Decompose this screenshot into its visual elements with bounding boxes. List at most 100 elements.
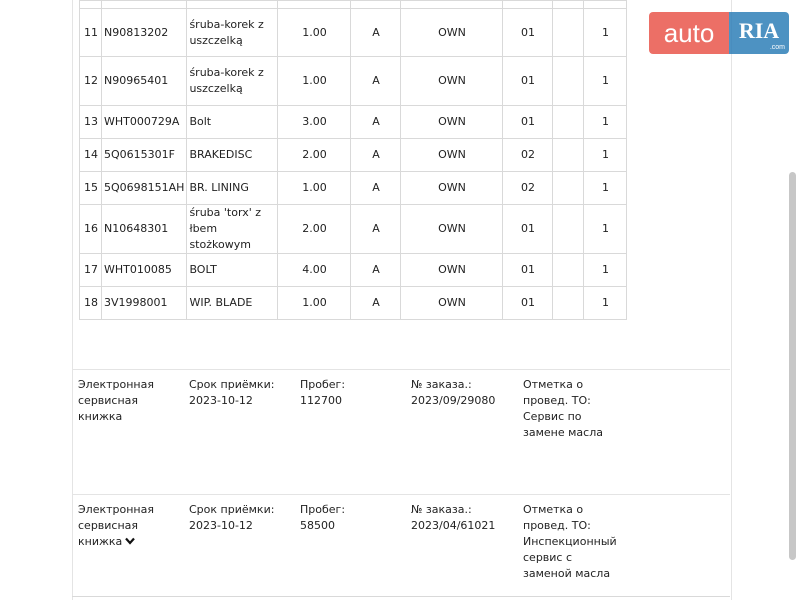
part-name: BRAKEDISC <box>186 138 279 172</box>
row-number: 13 <box>79 105 102 139</box>
part-source: OWN <box>400 105 504 139</box>
part-quantity: 2.00 <box>277 204 352 254</box>
part-source: OWN <box>400 8 504 57</box>
row-number: 14 <box>79 138 102 172</box>
section-divider <box>72 596 730 597</box>
part-source: OWN <box>400 138 504 172</box>
order-number: № заказа.: 2023/04/61021 <box>411 502 511 534</box>
mileage-label: Пробег: <box>300 503 346 516</box>
part-group: 01 <box>502 204 554 254</box>
part-source: OWN <box>400 204 504 254</box>
part-type: A <box>350 105 402 139</box>
table-row: 16 N10648301 śruba 'torx' z łbem stożkow… <box>79 204 628 254</box>
part-count: 1 <box>583 138 628 172</box>
part-code: N90965401 <box>100 56 188 106</box>
part-count: 1 <box>583 8 628 57</box>
mileage: Пробег: 58500 <box>300 502 400 534</box>
table-row: 12 N90965401 śruba-korek z uszczelką 1.0… <box>79 56 628 106</box>
part-group: 01 <box>502 105 554 139</box>
service-book-label: Электронная сервисная книжка <box>78 378 154 423</box>
part-type: A <box>350 8 402 57</box>
table-row: 13 WHT000729A Bolt 3.00 A OWN 01 1 <box>79 105 628 139</box>
maintenance-mark-label: Отметка о провед. ТО: <box>523 503 591 532</box>
table-row: 15 5Q0698151AH BR. LINING 1.00 A OWN 02 … <box>79 171 628 205</box>
part-count: 1 <box>583 286 628 320</box>
part-quantity: 1.00 <box>277 8 352 57</box>
part-quantity: 4.00 <box>277 253 352 287</box>
mileage: Пробег: 112700 <box>300 377 400 409</box>
part-quantity: 1.00 <box>277 286 352 320</box>
order-number-value: 2023/04/61021 <box>411 519 496 532</box>
mileage-value: 112700 <box>300 394 342 407</box>
part-source: OWN <box>400 286 504 320</box>
part-group: 01 <box>502 286 554 320</box>
service-record[interactable]: Электронная сервисная книжка Срок приёмк… <box>78 502 718 592</box>
table-row: 11 N90813202 śruba-korek z uszczelką 1.0… <box>79 8 628 57</box>
part-count: 1 <box>583 56 628 106</box>
part-group: 02 <box>502 171 554 205</box>
table-row: 17 WHT010085 BOLT 4.00 A OWN 01 1 <box>79 253 628 287</box>
acceptance-date-value: 2023-10-12 <box>189 394 253 407</box>
part-group: 02 <box>502 138 554 172</box>
part-code: N90813202 <box>100 8 188 57</box>
part-type: A <box>350 138 402 172</box>
part-quantity: 1.00 <box>277 171 352 205</box>
part-name: śruba 'torx' z łbem stożkowym <box>186 204 279 254</box>
order-number-label: № заказа.: <box>411 503 472 516</box>
part-code: WHT010085 <box>100 253 188 287</box>
part-count: 1 <box>583 253 628 287</box>
part-count: 1 <box>583 105 628 139</box>
part-name: śruba-korek z uszczelką <box>186 56 279 106</box>
chevron-down-icon[interactable] <box>125 535 136 551</box>
maintenance-mark: Отметка о провед. ТО: Сервис по замене м… <box>523 377 623 441</box>
part-name: Bolt <box>186 105 279 139</box>
row-number: 11 <box>79 8 102 57</box>
part-type: A <box>350 56 402 106</box>
autoria-watermark-logo: auto RIA .com <box>649 12 789 54</box>
maintenance-mark-label: Отметка о провед. ТО: <box>523 378 591 407</box>
service-book-label: Электронная сервисная книжка <box>78 503 154 548</box>
table-row: 18 3V1998001 WIP. BLADE 1.00 A OWN 01 1 <box>79 286 628 320</box>
logo-ria-text: RIA <box>738 18 780 43</box>
table-row <box>79 0 628 9</box>
row-number: 18 <box>79 286 102 320</box>
part-count: 1 <box>583 204 628 254</box>
part-group: 01 <box>502 56 554 106</box>
part-code: WHT000729A <box>100 105 188 139</box>
row-number: 12 <box>79 56 102 106</box>
service-record[interactable]: Электронная сервисная книжка Срок приёмк… <box>78 377 718 487</box>
part-type: A <box>350 204 402 254</box>
section-divider <box>72 369 730 370</box>
part-type: A <box>350 171 402 205</box>
part-group: 01 <box>502 253 554 287</box>
part-type: A <box>350 253 402 287</box>
part-name: śruba-korek z uszczelką <box>186 8 279 57</box>
part-group: 01 <box>502 8 554 57</box>
part-code: 3V1998001 <box>100 286 188 320</box>
service-book-toggle[interactable]: Электронная сервисная книжка <box>78 502 178 551</box>
part-source: OWN <box>400 56 504 106</box>
part-count: 1 <box>583 171 628 205</box>
row-number: 16 <box>79 204 102 254</box>
logo-auto-text: auto <box>649 12 729 54</box>
order-number: № заказа.: 2023/09/29080 <box>411 377 511 409</box>
part-name: WIP. BLADE <box>186 286 279 320</box>
section-divider <box>72 494 730 495</box>
acceptance-date-value: 2023-10-12 <box>189 519 253 532</box>
part-source: OWN <box>400 253 504 287</box>
scrollbar-thumb[interactable] <box>789 172 796 560</box>
maintenance-mark: Отметка о провед. ТО: Инспекционный серв… <box>523 502 623 582</box>
order-number-label: № заказа.: <box>411 378 472 391</box>
parts-table: 11 N90813202 śruba-korek z uszczelką 1.0… <box>79 0 628 320</box>
part-code: N10648301 <box>100 204 188 254</box>
row-number: 17 <box>79 253 102 287</box>
logo-domain: .com <box>769 44 785 51</box>
acceptance-date: Срок приёмки: 2023-10-12 <box>189 377 289 409</box>
part-quantity: 2.00 <box>277 138 352 172</box>
mileage-label: Пробег: <box>300 378 346 391</box>
order-number-value: 2023/09/29080 <box>411 394 496 407</box>
row-number: 15 <box>79 171 102 205</box>
part-code: 5Q0698151AH <box>100 171 188 205</box>
table-row: 14 5Q0615301F BRAKEDISC 2.00 A OWN 02 1 <box>79 138 628 172</box>
maintenance-mark-value: Сервис по замене масла <box>523 410 603 439</box>
